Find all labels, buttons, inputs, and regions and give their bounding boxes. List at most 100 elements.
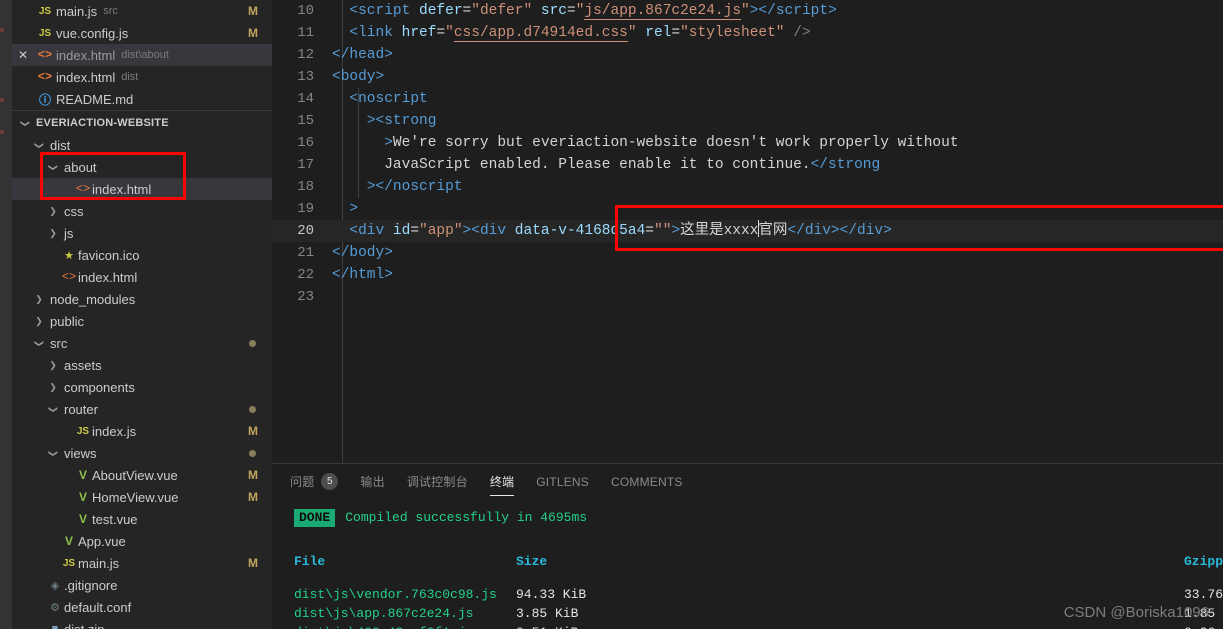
code-line[interactable]: 23 <box>272 286 1223 308</box>
chevron-right-icon[interactable]: ❯ <box>46 382 60 392</box>
vue-icon: V <box>78 468 87 482</box>
js-icon: JS <box>76 425 90 437</box>
code-token: css/app.d74914ed.css <box>453 25 628 42</box>
tree-item-test-vue[interactable]: ❯ Vtest.vue <box>12 508 272 530</box>
tree-item-homeview-vue[interactable]: ❯ V HomeView.vue M <box>12 486 272 508</box>
problems-count-badge: 5 <box>321 473 339 490</box>
code-text: <script defer="defer" src="js/app.867c2e… <box>332 0 837 22</box>
code-token: 官网 <box>758 223 788 239</box>
open-editor-path: dist <box>121 71 139 83</box>
tree-item--gitignore[interactable]: ❯ ◈ .gitignore <box>12 574 272 596</box>
open-editor-label: README.md <box>56 91 134 107</box>
file-explorer-tree[interactable]: ❯EVERIACTION-WEBSITE❯dist❯about❯<>index.… <box>12 111 272 629</box>
panel-tab-2[interactable]: 输出 <box>360 464 384 499</box>
tree-item-dist[interactable]: ❯ dist <box>12 134 272 156</box>
code-line[interactable]: 13 <body> <box>272 66 1223 88</box>
code-line[interactable]: 20 <div id="app"><div data-v-4168d5a4=""… <box>272 220 1223 242</box>
html-icon: <> <box>61 270 77 284</box>
tree-item-default-conf[interactable]: ❯ ⚙ default.conf <box>12 596 272 618</box>
code-editor[interactable]: 10 <script defer="defer" src="js/app.867… <box>272 0 1223 463</box>
tree-item-app-vue[interactable]: ❯ V App.vue <box>12 530 272 552</box>
chevron-right-icon[interactable]: ❯ <box>46 206 60 216</box>
chevron-down-icon[interactable]: ❯ <box>21 116 31 130</box>
folder-modified-dot <box>249 339 256 347</box>
tree-item-label: test.vue <box>92 511 138 527</box>
tree-item-public[interactable]: ❯ public <box>12 310 272 332</box>
tree-item-assets[interactable]: ❯ assets <box>12 354 272 376</box>
code-line[interactable]: 19 > <box>272 198 1223 220</box>
code-line[interactable]: 14 <noscript <box>272 88 1223 110</box>
code-line[interactable]: 15 ><strong <box>272 110 1223 132</box>
tree-item-label: dist.zip <box>64 621 105 629</box>
open-editor-item[interactable]: ⓘ README.md <box>12 88 272 110</box>
tree-item-main-js[interactable]: ❯JSmain.js M <box>12 552 272 574</box>
explorer-sidebar[interactable]: JS main.js src M JS vue.config.js M ✕ <> index.ht… <box>12 0 272 629</box>
code-line[interactable]: 21 </body> <box>272 242 1223 264</box>
chevron-down-icon[interactable]: ❯ <box>35 138 45 152</box>
code-token: JavaScript enabled. Please enable it to … <box>384 157 811 173</box>
open-editor-label: vue.config.js <box>56 25 129 41</box>
panel-tab-3[interactable]: 调试控制台 <box>407 464 468 499</box>
code-line[interactable]: 12 </head> <box>272 44 1223 66</box>
open-editor-item[interactable]: JS main.js src M <box>12 0 272 22</box>
chevron-down-icon[interactable]: ❯ <box>49 402 59 416</box>
code-line[interactable]: 22 </html> <box>272 264 1223 286</box>
open-editor-path: dist\about <box>121 49 169 61</box>
tree-item-css[interactable]: ❯ css <box>12 200 272 222</box>
panel-tab-1[interactable]: 问题 5 <box>290 464 339 499</box>
tree-item-js[interactable]: ❯ js <box>12 222 272 244</box>
panel-tab-bar[interactable]: 问题 5 输出 调试控制台 终端 GITLENS COMMENTS <box>272 464 1223 499</box>
code-token: >< <box>462 223 480 239</box>
open-editor-label: index.html <box>56 47 116 63</box>
code-token: script <box>775 3 829 19</box>
html-icon: <> <box>37 70 53 84</box>
chevron-right-icon[interactable]: ❯ <box>46 228 60 238</box>
chevron-right-icon[interactable]: ❯ <box>32 316 46 326</box>
tree-item-components[interactable]: ❯ components <box>12 376 272 398</box>
folder-modified-dot <box>249 405 256 413</box>
tree-item-index-html[interactable]: ❯<>index.html <box>12 178 272 200</box>
tree-item-label: default.conf <box>64 599 132 615</box>
code-token: >< <box>366 113 385 129</box>
code-text: </body> <box>332 242 393 264</box>
open-editor-item[interactable]: ✕ <> index.html dist\about <box>12 44 272 66</box>
open-editor-item[interactable]: <> index.html dist <box>12 66 272 88</box>
panel-tab-5[interactable]: GITLENS <box>536 464 589 499</box>
line-number: 22 <box>297 267 314 283</box>
tree-item-aboutview-vue[interactable]: ❯ V AboutView.vue M <box>12 464 272 486</box>
tree-item-index-html[interactable]: ❯<>index.html <box>12 266 272 288</box>
tree-item-src[interactable]: ❯ src <box>12 332 272 354</box>
code-line[interactable]: 11 <link href="css/app.d74914ed.css" rel… <box>272 22 1223 44</box>
code-line[interactable]: 17 JavaScript enabled. Please enable it … <box>272 154 1223 176</box>
tree-item-about[interactable]: ❯ about <box>12 156 272 178</box>
tree-item-favicon-ico[interactable]: ❯ ★ favicon.ico <box>12 244 272 266</box>
chevron-placeholder: ❯ <box>60 493 74 502</box>
tree-item-router[interactable]: ❯ router <box>12 398 272 420</box>
star-icon: ★ <box>64 249 74 262</box>
tree-item-dist-zip[interactable]: ❯ ■ dist.zip <box>12 618 272 629</box>
tree-item-node-modules[interactable]: ❯ node_modules <box>12 288 272 310</box>
code-token: </html> <box>332 267 393 283</box>
panel-tab-4[interactable]: 终端 <box>489 464 515 499</box>
terminal-table-header: File Size Gzipped <box>294 551 1223 573</box>
terminal-cell-gzipped: 33.76 KiB <box>1184 587 1223 602</box>
chevron-right-icon[interactable]: ❯ <box>32 294 46 304</box>
tree-item-label: AboutView.vue <box>92 467 178 483</box>
code-line[interactable]: 18 ></noscript <box>272 176 1223 198</box>
chevron-down-icon[interactable]: ❯ <box>49 446 59 460</box>
chevron-down-icon[interactable]: ❯ <box>49 160 59 174</box>
tree-item-views[interactable]: ❯ views <box>12 442 272 464</box>
open-editors-list[interactable]: JS main.js src M JS vue.config.js M ✕ <> index.ht… <box>12 0 272 110</box>
open-editor-item[interactable]: JS vue.config.js M <box>12 22 272 44</box>
chevron-right-icon[interactable]: ❯ <box>46 360 60 370</box>
code-text: </head> <box>332 44 393 66</box>
tree-item-index-js[interactable]: ❯JSindex.js M <box>12 420 272 442</box>
tree-item-everiaction-website[interactable]: ❯ EVERIACTION-WEBSITE <box>12 112 272 134</box>
code-line[interactable]: 10 <script defer="defer" src="js/app.867… <box>272 0 1223 22</box>
close-icon[interactable]: ✕ <box>12 48 34 62</box>
code-line[interactable]: 16 >We're sorry but everiaction-website … <box>272 132 1223 154</box>
panel-tab-6[interactable]: COMMENTS <box>611 464 683 499</box>
chevron-down-icon[interactable]: ❯ <box>35 336 45 350</box>
code-token: </strong <box>810 157 881 173</box>
